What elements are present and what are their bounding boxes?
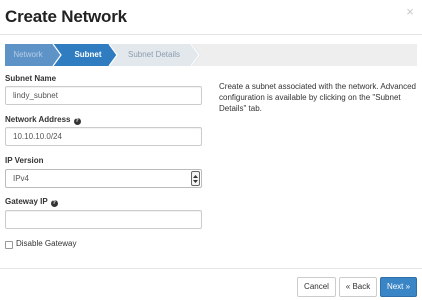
subnet-name-label: Subnet Name	[5, 74, 56, 83]
network-address-label: Network Address?	[5, 115, 81, 125]
network-address-label-text: Network Address	[5, 115, 71, 124]
chevron-updown-icon	[191, 171, 200, 186]
back-button[interactable]: « Back	[339, 277, 377, 297]
ip-version-select[interactable]: IPv4	[5, 169, 202, 188]
ip-version-selected-value: IPv4	[13, 174, 30, 183]
ip-version-label-text: IP Version	[5, 156, 44, 165]
wizard-steps: Network Subnet Subnet Details	[5, 44, 417, 66]
network-address-input[interactable]	[5, 127, 202, 146]
subnet-help-text: Create a subnet associated with the netw…	[219, 82, 417, 113]
cancel-button[interactable]: Cancel	[297, 277, 336, 297]
question-circle-icon[interactable]: ?	[50, 200, 58, 207]
next-button[interactable]: Next »	[380, 277, 417, 297]
subnet-name-label-text: Subnet Name	[5, 74, 57, 83]
footer-divider	[0, 268, 422, 269]
wizard-step-subnet-details[interactable]: Subnet Details	[119, 44, 189, 66]
gateway-ip-label: Gateway IP?	[5, 197, 58, 207]
gateway-ip-label-text: Gateway IP	[5, 197, 48, 206]
close-icon[interactable]: ×	[404, 5, 416, 18]
wizard-step-subnet[interactable]: Subnet	[65, 44, 111, 66]
header-divider	[0, 34, 422, 35]
gateway-ip-input[interactable]	[5, 210, 202, 229]
question-circle-icon[interactable]: ?	[73, 118, 81, 125]
ip-version-label: IP Version	[5, 156, 44, 165]
subnet-name-input[interactable]	[5, 86, 202, 105]
disable-gateway-label[interactable]: Disable Gateway	[16, 239, 76, 248]
disable-gateway-checkbox[interactable]	[5, 241, 13, 249]
modal-title: Create Network	[5, 7, 127, 26]
wizard-step-network[interactable]: Network	[7, 44, 49, 66]
